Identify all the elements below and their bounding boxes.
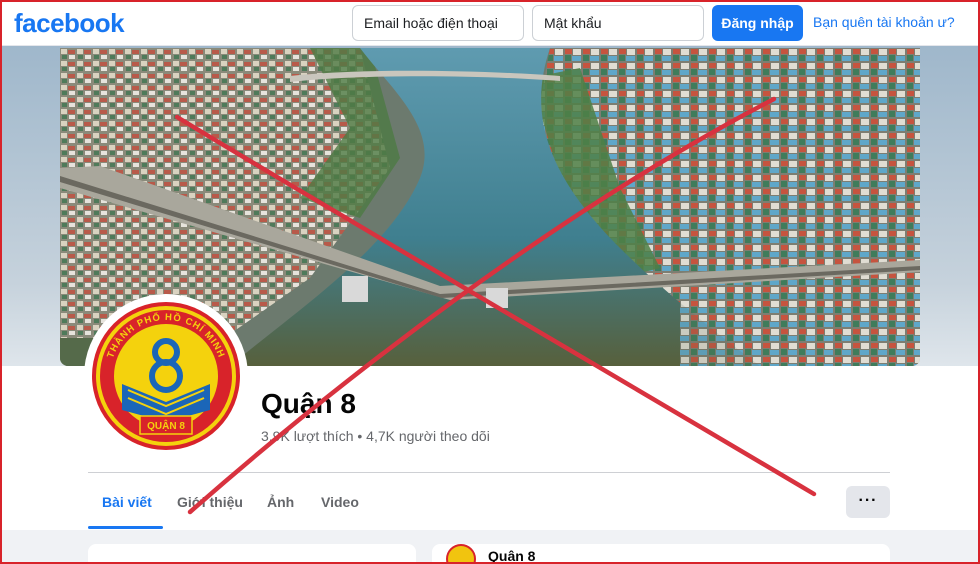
forgot-account-link[interactable]: Bạn quên tài khoản ư?: [813, 14, 955, 30]
tab-photos[interactable]: Ảnh: [267, 494, 294, 510]
tab-videos[interactable]: Video: [321, 494, 359, 510]
password-field[interactable]: Mật khẩu: [532, 5, 704, 41]
facebook-logo[interactable]: facebook: [14, 8, 125, 39]
email-field[interactable]: Email hoặc điện thoại: [352, 5, 524, 41]
tab-posts[interactable]: Bài viết: [102, 494, 152, 510]
tab-about[interactable]: Giới thiệu: [177, 494, 243, 510]
post-author[interactable]: Quận 8: [488, 548, 535, 564]
page-avatar[interactable]: THÀNH PHỐ HỒ CHÍ MINH QUẬN 8: [88, 298, 244, 454]
district-emblem: THÀNH PHỐ HỒ CHÍ MINH QUẬN 8: [92, 302, 240, 450]
active-tab-indicator: [88, 526, 163, 529]
emblem-banner-text: QUẬN 8: [147, 419, 185, 432]
post-avatar[interactable]: [446, 544, 476, 564]
post-card: Quận 8: [432, 544, 890, 564]
login-button[interactable]: Đăng nhập: [712, 5, 803, 41]
page-stats: 3,9K lượt thích • 4,7K người theo dõi: [261, 428, 490, 444]
page-title: Quận 8: [261, 388, 356, 419]
more-options-button[interactable]: ···: [846, 486, 890, 518]
intro-card: [88, 544, 416, 564]
top-bar: facebook Email hoặc điện thoại Mật khẩu …: [0, 0, 980, 46]
header-divider: [88, 472, 890, 473]
